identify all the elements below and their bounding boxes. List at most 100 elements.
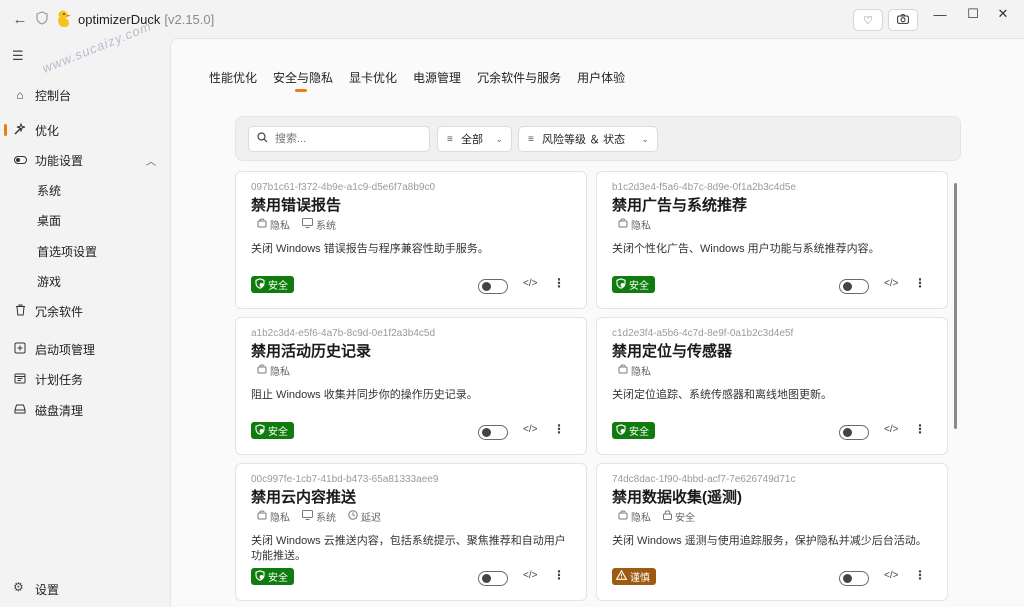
optimization-card[interactable]: b1c2d3e4-f5a6-4b7c-8d9e-0f1a2b3c4d5e 禁用广… [596, 171, 948, 309]
sidebar-item-system[interactable]: 系统 [0, 177, 170, 203]
more-options-button[interactable]: ⋮ [914, 276, 926, 290]
heart-icon: ♡ [863, 14, 873, 27]
minimize-button[interactable]: — [925, 4, 955, 24]
sidebar-item-optimize[interactable]: 优化 [0, 117, 170, 143]
sidebar-item-disk-cleanup[interactable]: 磁盘清理 [0, 397, 170, 423]
sidebar-item-dashboard[interactable]: ⌂ 控制台 [0, 82, 170, 108]
tab-performance[interactable]: 性能优化 [209, 69, 257, 92]
tab-gpu[interactable]: 显卡优化 [349, 69, 397, 92]
sidebar-item-preferences[interactable]: 首选项设置 [0, 238, 170, 264]
view-code-button[interactable]: </> [523, 278, 537, 289]
hamburger-menu-icon[interactable]: ☰ [12, 48, 24, 64]
card-tags: 隐私 [618, 363, 651, 378]
tag-label: 隐私 [631, 221, 651, 232]
tag-label: 隐私 [631, 367, 651, 378]
category-dropdown[interactable]: ≡ 全部 ⌄ [437, 126, 512, 152]
sidebar-item-scheduled-tasks[interactable]: 计划任务 [0, 366, 170, 392]
more-options-button[interactable]: ⋮ [914, 422, 926, 436]
optimization-card[interactable]: 74dc8dac-1f90-4bbd-acf7-7e626749d71c 禁用数… [596, 463, 948, 601]
sidebar-item-bloatware[interactable]: 冗余软件 [0, 298, 170, 324]
view-code-button[interactable]: </> [523, 570, 537, 581]
sidebar-item-settings[interactable]: ⚙ 设置 [0, 578, 170, 598]
shield-check-icon [255, 423, 265, 438]
tab-bloatware-services[interactable]: 冗余软件与服务 [477, 69, 561, 92]
risk-badge: 安全 [251, 276, 294, 293]
more-vertical-icon: ⋮ [553, 276, 565, 290]
maximize-button[interactable]: ☐ [958, 4, 988, 24]
tag-label: 延迟 [361, 513, 381, 524]
tag-label: 系统 [316, 513, 336, 524]
chevron-up-icon[interactable]: ︿ [146, 153, 156, 168]
enable-toggle[interactable] [839, 279, 869, 294]
tag: 安全 [663, 509, 695, 524]
risk-badge-label: 安全 [629, 427, 649, 438]
risk-status-dropdown[interactable]: ≡ 风险等级 ＆ 状态 ⌄ [518, 126, 658, 152]
card-description: 阻止 Windows 收集并同步你的操作历史记录。 [251, 389, 478, 401]
tag-label: 安全 [675, 513, 695, 524]
gear-icon: ⚙ [13, 580, 24, 594]
risk-badge: 安全 [612, 276, 655, 293]
more-options-button[interactable]: ⋮ [553, 422, 565, 436]
filter-bar: ≡ 全部 ⌄ ≡ 风险等级 ＆ 状态 ⌄ [235, 116, 961, 161]
favorite-button[interactable]: ♡ [853, 9, 883, 31]
card-id: b1c2d3e4-f5a6-4b7c-8d9e-0f1a2b3c4d5e [612, 182, 797, 193]
optimization-card[interactable]: 00c997fe-1cb7-41bd-b473-65a81333aee9 禁用云… [235, 463, 587, 601]
tab-user-experience[interactable]: 用户体验 [577, 69, 625, 92]
optimization-card[interactable]: c1d2e3f4-a5b6-4c7d-8e9f-0a1b2c3d4e5f 禁用定… [596, 317, 948, 455]
close-button[interactable]: ✕ [988, 4, 1018, 24]
enable-toggle[interactable] [478, 425, 508, 440]
tag-label: 隐私 [270, 513, 290, 524]
chevron-down-icon: ⌄ [495, 133, 503, 144]
card-id: a1b2c3d4-e5f6-4a7b-8c9d-0e1f2a3b4c5d [251, 328, 436, 339]
search-input[interactable] [275, 131, 425, 147]
shield-check-icon [616, 423, 626, 438]
card-description: 关闭 Windows 遥测与使用追踪服务，保护隐私并减少后台活动。 [612, 535, 927, 547]
enable-toggle[interactable] [839, 425, 869, 440]
code-icon: </> [884, 570, 899, 581]
more-options-button[interactable]: ⋮ [553, 276, 565, 290]
sidebar-item-startup[interactable]: 启动项管理 [0, 336, 170, 362]
view-code-button[interactable]: </> [884, 424, 898, 435]
view-code-button[interactable]: </> [523, 424, 537, 435]
tab-security-privacy[interactable]: 安全与隐私 [273, 69, 333, 92]
privacy-icon [257, 510, 267, 523]
disk-icon [13, 403, 27, 417]
risk-badge: 安全 [612, 422, 655, 439]
sidebar-item-desktop[interactable]: 桌面 [0, 207, 170, 233]
tag: 隐私 [257, 363, 290, 378]
duck-logo-icon [56, 10, 72, 28]
privacy-icon [257, 364, 267, 377]
clock-icon [348, 510, 358, 523]
tab-power[interactable]: 电源管理 [413, 69, 461, 92]
view-code-button[interactable]: </> [884, 570, 898, 581]
optimization-card[interactable]: a1b2c3d4-e5f6-4a7b-8c9d-0e1f2a3b4c5d 禁用活… [235, 317, 587, 455]
more-options-button[interactable]: ⋮ [553, 568, 565, 582]
enable-toggle[interactable] [478, 571, 508, 586]
card-tags: 隐私 [618, 217, 651, 232]
enable-toggle[interactable] [478, 279, 508, 294]
privacy-icon [618, 364, 628, 377]
view-code-button[interactable]: </> [884, 278, 898, 289]
enable-toggle[interactable] [839, 571, 869, 586]
sidebar-item-feature-settings[interactable]: 功能设置 ︿ [0, 147, 170, 173]
risk-badge-label: 谨慎 [630, 573, 650, 584]
back-arrow-icon[interactable]: ← [10, 9, 30, 29]
category-dropdown-label: 全部 [461, 134, 483, 146]
sidebar-item-games[interactable]: 游戏 [0, 268, 170, 294]
toggle-knob [843, 428, 852, 437]
search-box[interactable] [248, 126, 430, 152]
optimization-card[interactable]: 097b1c61-f372-4b9e-a1c9-d5e6f7a8b9c0 禁用错… [235, 171, 587, 309]
tag: 系统 [302, 509, 336, 524]
scrollbar[interactable] [954, 183, 957, 429]
sidebar-item-label: 游戏 [37, 274, 62, 289]
privacy-icon [618, 218, 628, 231]
more-options-button[interactable]: ⋮ [914, 568, 926, 582]
code-icon: </> [523, 570, 538, 581]
card-id: 74dc8dac-1f90-4bbd-acf7-7e626749d71c [612, 474, 796, 485]
close-icon: ✕ [997, 6, 1009, 21]
toggle-knob [843, 574, 852, 583]
camera-button[interactable] [888, 9, 918, 31]
tag: 隐私 [257, 509, 290, 524]
tag: 隐私 [618, 363, 651, 378]
tag: 延迟 [348, 509, 381, 524]
